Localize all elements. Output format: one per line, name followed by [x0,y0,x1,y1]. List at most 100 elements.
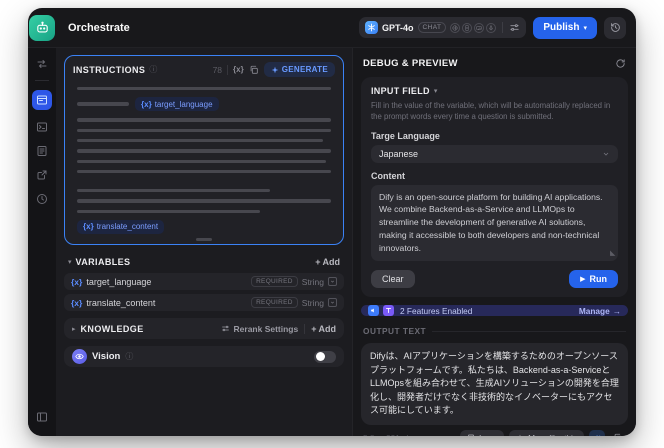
generate-label: GENERATE [281,65,328,74]
required-badge: REQUIRED [251,276,298,287]
variable-type-menu-icon[interactable] [328,298,337,307]
feature-speech-icon [368,305,379,317]
copy-icon[interactable] [249,65,259,75]
char-count: 78 [212,64,223,75]
app-window: Orchestrate GPT-4o CHAT Publish ▾ INSTRU… [28,8,636,436]
content-value: Dify is an open-source platform for buil… [379,191,603,254]
instructions-editor[interactable]: INSTRUCTIONS ⓘ 78 {x} GENERATE {x} targe… [64,55,344,245]
chevron-down-icon: ▾ [68,259,72,266]
debug-preview-panel: DEBUG & PREVIEW INPUT FIELD ▾ Fill in th… [352,48,636,436]
knowledge-title: KNOWLEDGE [80,323,144,334]
knowledge-section[interactable]: ▸ KNOWLEDGE Rerank Settings + Add [64,318,344,339]
variable-chip-translate-content[interactable]: {x} translate_content [77,219,165,234]
clear-button[interactable]: Clear [371,270,415,289]
nav-share-icon[interactable] [35,167,50,182]
variable-icon: {x} [71,276,83,287]
model-capability-icons [450,22,497,33]
manage-label: Manage [578,305,610,316]
collapse-panel-icon[interactable] [35,409,50,424]
publish-button[interactable]: Publish ▾ [533,16,597,39]
titlebar: Orchestrate GPT-4o CHAT Publish ▾ [28,8,636,48]
info-icon: ⓘ [125,352,134,361]
chevron-down-icon: ▾ [583,24,587,32]
variable-row-target-language[interactable]: {x} target_language REQUIRED String [64,273,344,290]
rerank-label: Rerank Settings [233,323,299,334]
instructions-title: INSTRUCTIONS [73,64,146,75]
version-history-button[interactable] [604,16,626,39]
variable-type: String [301,297,324,308]
speaker-button[interactable] [589,429,605,436]
variable-icon: {x} [83,222,94,232]
variable-type: String [301,276,324,287]
copy-output-button[interactable] [610,430,626,436]
actions-divider [304,323,306,334]
titlebar-actions: GPT-4o CHAT Publish ▾ [359,16,626,39]
toggle-knob [315,352,325,361]
output-divider [432,330,626,332]
chevron-right-icon: ▸ [72,325,76,333]
redacted-text-line [77,188,271,193]
add-variable-button[interactable]: + Add [315,257,340,267]
variable-type-menu-icon[interactable] [328,277,337,286]
add-knowledge-button[interactable]: + Add [311,324,336,334]
orchestrate-canvas: INSTRUCTIONS ⓘ 78 {x} GENERATE {x} targe… [56,48,352,436]
generate-button[interactable]: GENERATE [263,62,335,77]
run-row: Clear ▶ Run [371,270,618,289]
plus-icon: + [311,323,317,334]
logs-label: Logs [479,433,497,436]
output-actions: Logs More like this [460,429,626,436]
output-meta: 5.8s · 321 chars [363,433,423,436]
features-enabled-text: 2 Features Enabled [400,305,473,316]
model-selector[interactable]: GPT-4o CHAT [359,17,527,38]
capability-document-icon [462,22,473,33]
redacted-text-line [77,87,331,91]
run-button[interactable]: ▶ Run [569,270,618,289]
app-logo-robot-icon[interactable] [29,14,55,41]
nav-logs-icon[interactable] [35,143,50,158]
input-field-title: INPUT FIELD [371,86,430,96]
model-mode-badge: CHAT [417,22,447,33]
variables-header[interactable]: ▾ VARIABLES + Add [68,257,340,267]
vision-label: Vision [92,351,121,362]
resize-drag-handle[interactable] [196,238,212,241]
redacted-text-line [77,102,129,107]
more-like-this-label: More like this [528,433,577,436]
refresh-icon[interactable] [615,58,626,69]
input-field-header[interactable]: INPUT FIELD ▾ [371,86,618,96]
insert-variable-icon[interactable]: {x} [233,65,244,74]
content-textarea[interactable]: Dify is an open-source platform for buil… [371,184,618,262]
add-label: Add [322,257,341,267]
pill-divider [502,22,504,33]
page-title: Orchestrate [68,21,130,34]
logs-button[interactable]: Logs [460,429,505,436]
output-footer: 5.8s · 321 chars Logs More like this [361,429,628,436]
variable-meta: REQUIRED String [251,297,337,308]
target-language-select[interactable]: Japanese [371,144,618,163]
variables-title: VARIABLES [75,257,131,267]
resize-handle-icon[interactable]: ◢ [610,249,615,260]
nav-history-icon[interactable] [35,191,50,206]
rerank-settings-button[interactable]: Rerank Settings [221,323,299,334]
variable-name: target_language [86,276,152,287]
target-language-label: Targe Language [371,130,440,141]
instructions-body[interactable]: {x} target_language {x} translate_conten… [65,81,343,244]
more-like-this-button[interactable]: More like this [509,429,584,436]
model-settings-icon[interactable] [509,22,520,33]
vision-eye-icon [72,349,87,364]
nav-terminal-icon[interactable] [35,119,50,134]
tools-divider [227,64,229,75]
swap-mode-icon[interactable] [35,56,50,71]
manage-features-button[interactable]: Manage → [579,306,621,316]
chevron-down-icon: ▾ [433,88,438,95]
variable-chip-target-language[interactable]: {x} target_language [135,97,219,112]
features-banner[interactable]: 2 Features Enabled Manage → [361,305,628,317]
vision-section: Vision ⓘ [64,346,344,367]
variable-row-translate-content[interactable]: {x} translate_content REQUIRED String [64,294,344,311]
model-name: GPT-4o [382,22,414,33]
output-text-bubble: Difyは、AIアプリケーションを構築するためのオープンソースプラットフォームで… [361,343,628,425]
info-icon: ⓘ [149,65,158,74]
redacted-text-line [77,149,331,153]
arrow-right-icon: → [612,305,621,316]
vision-toggle[interactable] [314,350,336,363]
nav-orchestrate-active-icon[interactable] [32,90,52,110]
